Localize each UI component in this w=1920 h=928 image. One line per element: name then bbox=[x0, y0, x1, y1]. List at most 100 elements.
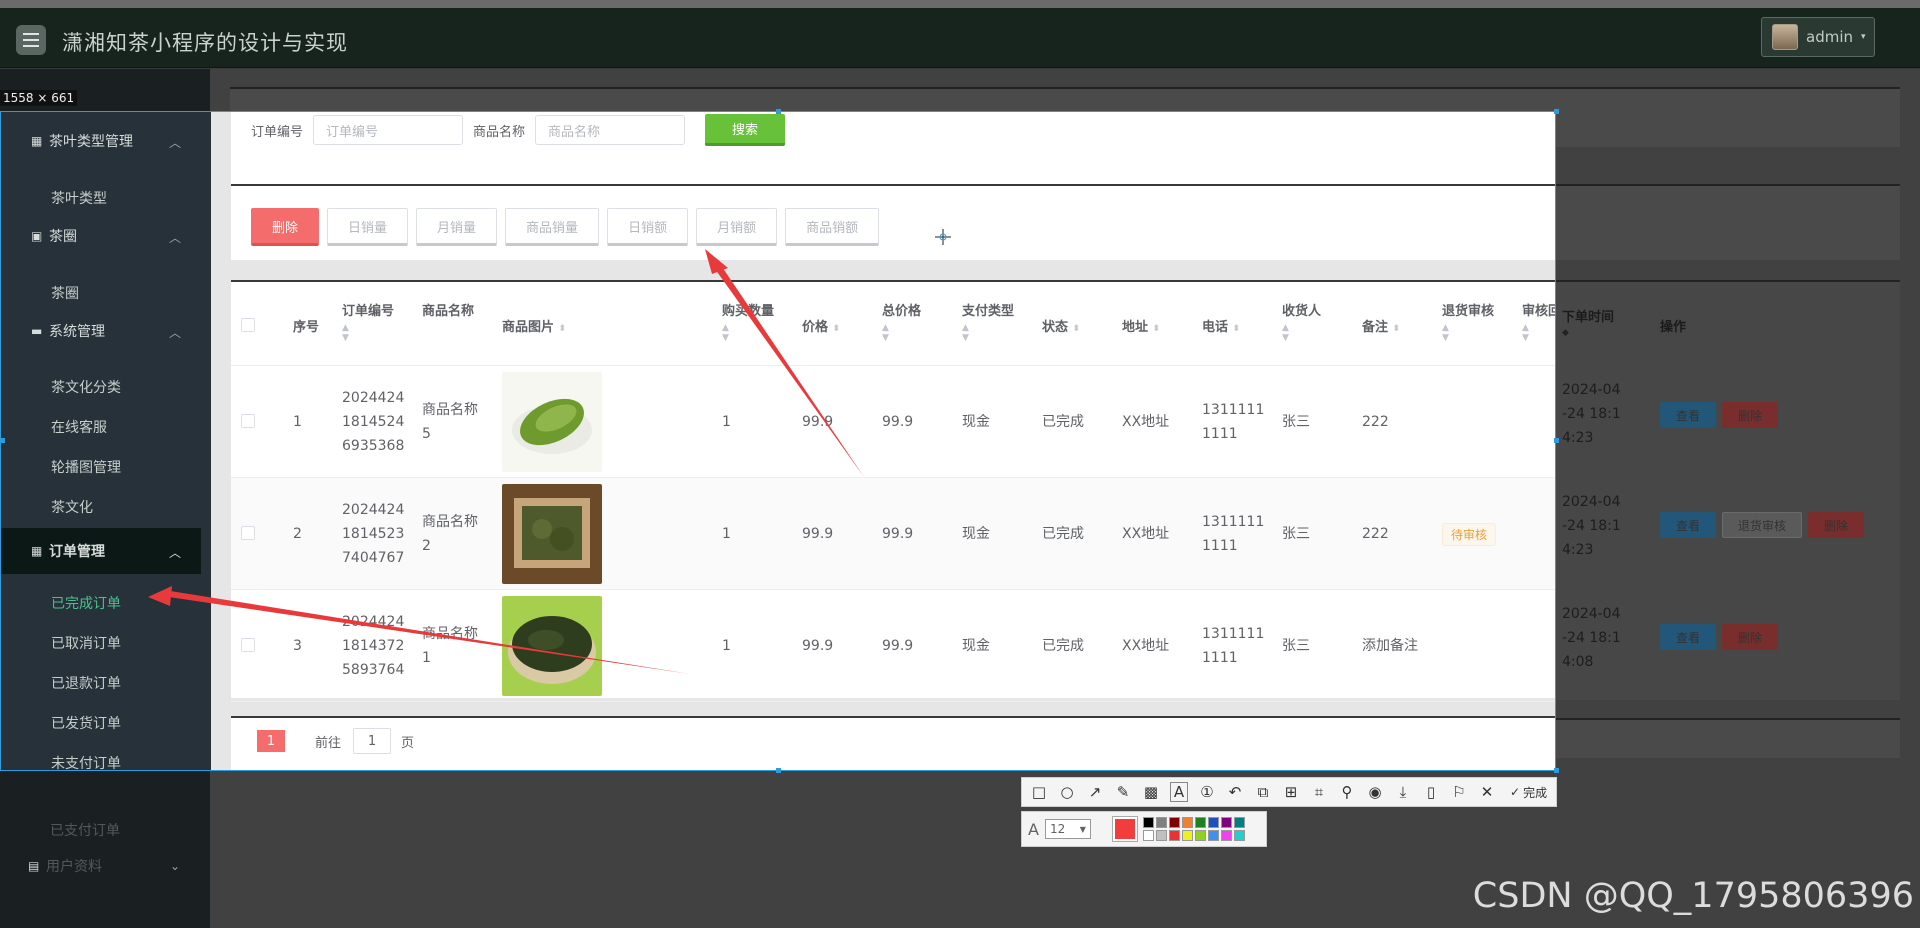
column-header-price[interactable]: 价格 ⬍ bbox=[802, 316, 840, 335]
color-swatch[interactable] bbox=[1155, 817, 1167, 828]
color-swatch[interactable] bbox=[1207, 817, 1219, 828]
sidebar-group-system[interactable]: ▬ 系统管理 ︿ bbox=[1, 308, 201, 354]
table-row[interactable]: 1 2024424 1814524 6935368 商品名称 5 1 99.9 … bbox=[231, 366, 1555, 478]
page-number-button[interactable]: 1 bbox=[257, 730, 285, 752]
sidebar-item-cancelled-orders[interactable]: 已取消订单 bbox=[51, 633, 121, 653]
table-row[interactable]: 3 2024424 1814372 5893764 商品名称 1 1 99.9 … bbox=[231, 590, 1555, 702]
scan-icon[interactable]: ⌗ bbox=[1310, 783, 1328, 801]
sidebar-item-tea-type[interactable]: 茶叶类型 bbox=[51, 188, 107, 208]
color-swatch[interactable] bbox=[1181, 817, 1193, 828]
order-no-input[interactable]: 订单编号 bbox=[313, 115, 464, 145]
daily-sales-amount-button[interactable]: 日销额 bbox=[607, 208, 689, 246]
column-header-receiver[interactable]: 收货人 ▲ ▼ bbox=[1282, 300, 1321, 343]
bookmark-icon[interactable]: ⚐ bbox=[1450, 783, 1468, 801]
number-marker-icon[interactable]: ① bbox=[1198, 783, 1216, 801]
close-icon[interactable]: ✕ bbox=[1478, 783, 1496, 801]
record-icon[interactable]: ◉ bbox=[1366, 783, 1384, 801]
column-header-pay-type[interactable]: 支付类型 ▲ ▼ bbox=[962, 300, 1014, 343]
sidebar-item-carousel[interactable]: 轮播图管理 bbox=[51, 457, 121, 477]
sort-icon[interactable]: ▲ ▼ bbox=[962, 323, 1014, 343]
color-swatch[interactable] bbox=[1155, 830, 1167, 841]
sort-icon[interactable]: ▲ ▼ bbox=[1442, 323, 1494, 343]
sort-icon[interactable]: ⬍ bbox=[1393, 324, 1401, 334]
download-icon[interactable]: ⤓ bbox=[1394, 783, 1412, 801]
column-header-status[interactable]: 状态 ⬍ bbox=[1042, 316, 1080, 335]
selection-handle-bottom[interactable] bbox=[776, 768, 781, 773]
sort-icon[interactable]: ▲ ▼ bbox=[1522, 323, 1555, 343]
sort-icon[interactable]: ▲ ▼ bbox=[882, 323, 921, 343]
goto-page-input[interactable]: 1 bbox=[353, 728, 391, 754]
row-checkbox[interactable] bbox=[241, 526, 255, 540]
daily-sales-volume-button[interactable]: 日销量 bbox=[327, 208, 409, 246]
sidebar-group-user-profile[interactable]: ▤ 用户资料 ⌄ bbox=[0, 843, 200, 889]
ocr-icon[interactable]: ⧉ bbox=[1254, 783, 1272, 801]
row1-delete-button[interactable]: 删除 bbox=[1722, 402, 1778, 428]
column-header-remark[interactable]: 备注 ⬍ bbox=[1362, 316, 1400, 335]
sidebar-group-tea-type[interactable]: ▦ 茶叶类型管理 ︿ bbox=[1, 118, 201, 164]
color-swatch[interactable] bbox=[1168, 830, 1180, 841]
monthly-sales-amount-button[interactable]: 月销额 bbox=[696, 208, 778, 246]
product-sales-volume-button[interactable]: 商品销量 bbox=[505, 208, 600, 246]
sidebar-item-completed-orders[interactable]: 已完成订单 bbox=[51, 593, 121, 613]
select-all-checkbox[interactable] bbox=[241, 318, 255, 332]
row2-view-button[interactable]: 查看 bbox=[1660, 512, 1716, 538]
sidebar-item-tea-culture[interactable]: 茶文化 bbox=[51, 497, 93, 517]
row2-delete-button[interactable]: 删除 bbox=[1808, 512, 1864, 538]
user-menu[interactable]: admin ▾ bbox=[1761, 17, 1875, 57]
sidebar-group-tea-circle[interactable]: ▣ 茶圈 ︿ bbox=[1, 213, 201, 259]
row3-view-button[interactable]: 查看 bbox=[1660, 624, 1716, 650]
selection-handle-top-right[interactable] bbox=[1554, 109, 1559, 114]
color-swatch[interactable] bbox=[1142, 817, 1154, 828]
column-header-audit-reply[interactable]: 审核回复 ▲▼ bbox=[1522, 300, 1555, 343]
search-button[interactable]: 搜索 bbox=[705, 114, 786, 146]
row-checkbox[interactable] bbox=[241, 638, 255, 652]
column-header-product-image[interactable]: 商品图片 ⬍ bbox=[502, 316, 566, 335]
row1-view-button[interactable]: 查看 bbox=[1660, 402, 1716, 428]
mosaic-tool-icon[interactable]: ▩ bbox=[1142, 783, 1160, 801]
column-header-return-audit[interactable]: 退货审核 ▲ ▼ bbox=[1442, 300, 1494, 343]
row2-return-audit-button[interactable]: 退货审核 bbox=[1722, 512, 1802, 538]
color-swatch[interactable] bbox=[1194, 830, 1206, 841]
sidebar-item-shipped-orders[interactable]: 已发货订单 bbox=[51, 713, 121, 733]
hamburger-menu-icon[interactable] bbox=[16, 25, 46, 55]
column-header-total[interactable]: 总价格 ▲ ▼ bbox=[882, 300, 921, 343]
column-header-address[interactable]: 地址 ⬍ bbox=[1122, 316, 1160, 335]
sidebar-item-paid-orders-dim[interactable]: 已支付订单 bbox=[50, 820, 120, 840]
translate-icon[interactable]: ⊞ bbox=[1282, 783, 1300, 801]
phone-icon[interactable]: ▯ bbox=[1422, 783, 1440, 801]
color-swatch[interactable] bbox=[1207, 830, 1219, 841]
sort-icon[interactable]: ⬍ bbox=[559, 324, 567, 334]
sidebar-item-unpaid-orders[interactable]: 未支付订单 bbox=[51, 753, 121, 770]
selection-handle-bottom-right[interactable] bbox=[1554, 768, 1559, 773]
current-color-swatch[interactable] bbox=[1111, 816, 1138, 842]
table-row[interactable]: 2 2024424 1814523 7404767 商品名称 2 1 99.9 … bbox=[231, 478, 1555, 590]
column-header-order-no[interactable]: 订单编号 ▲ ▼ bbox=[342, 300, 394, 343]
product-name-input[interactable]: 商品名称 bbox=[535, 115, 686, 145]
row-checkbox[interactable] bbox=[241, 414, 255, 428]
color-swatch[interactable] bbox=[1142, 830, 1154, 841]
sort-icon[interactable]: ▲ ▼ bbox=[722, 323, 774, 343]
screenshot-selection[interactable]: ▦ 茶叶类型管理 ︿ 茶叶类型 ▣ 茶圈 ︿ 茶圈 ▬ 系统管理 ︿ 茶文化分类… bbox=[0, 111, 1556, 771]
undo-icon[interactable]: ↶ bbox=[1226, 783, 1244, 801]
color-swatch[interactable] bbox=[1194, 817, 1206, 828]
sidebar-item-online-service[interactable]: 在线客服 bbox=[51, 417, 107, 437]
sort-icon[interactable]: ⬍ bbox=[1233, 324, 1241, 334]
monthly-sales-volume-button[interactable]: 月销量 bbox=[416, 208, 498, 246]
product-sales-amount-button[interactable]: 商品销额 bbox=[785, 208, 880, 246]
sort-icon[interactable]: ⬍ bbox=[1073, 324, 1081, 334]
font-size-select[interactable]: 12 ▼ bbox=[1044, 819, 1091, 839]
column-header-phone[interactable]: 电话 ⬍ bbox=[1202, 316, 1240, 335]
arrow-tool-icon[interactable]: ↗ bbox=[1086, 783, 1104, 801]
sidebar-item-tea-circle[interactable]: 茶圈 bbox=[51, 283, 79, 303]
sort-icon[interactable]: ⬍ bbox=[833, 324, 841, 334]
sidebar-group-orders[interactable]: ▦ 订单管理 ︿ bbox=[1, 528, 201, 574]
color-swatch[interactable] bbox=[1181, 830, 1193, 841]
text-tool-icon[interactable]: A bbox=[1170, 782, 1188, 802]
color-swatch[interactable] bbox=[1220, 830, 1232, 841]
color-swatch[interactable] bbox=[1220, 817, 1232, 828]
column-header-qty[interactable]: 购买数量 ▲ ▼ bbox=[722, 300, 774, 343]
selection-handle-top[interactable] bbox=[776, 109, 781, 114]
pin-icon[interactable]: ⚲ bbox=[1338, 783, 1356, 801]
selection-handle-left[interactable] bbox=[0, 438, 5, 443]
delete-button[interactable]: 删除 bbox=[251, 208, 320, 246]
